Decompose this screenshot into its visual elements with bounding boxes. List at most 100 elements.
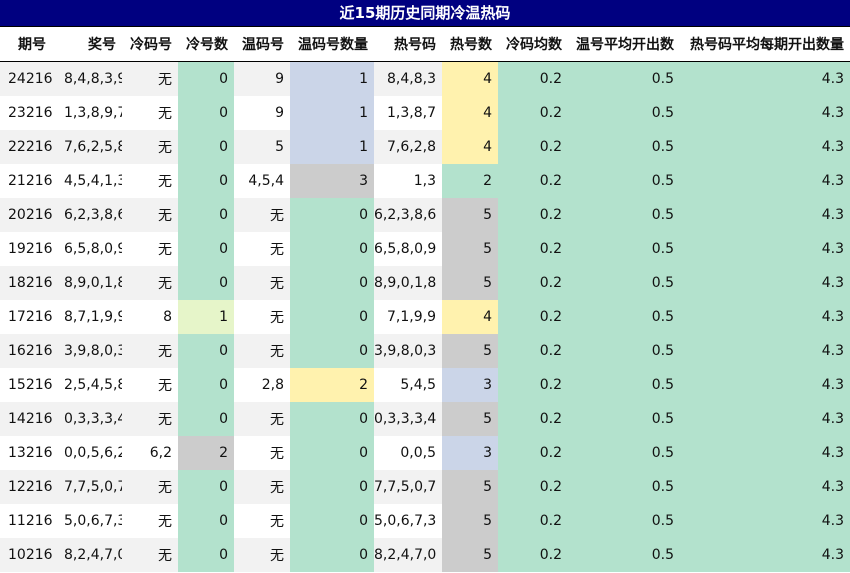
issue-cell: 21216 bbox=[0, 164, 56, 198]
draw-numbers-cell: 0,3,3,3,4 bbox=[56, 402, 122, 436]
cold-average-cell: 0.2 bbox=[498, 164, 568, 198]
hot-average-cell: 4.3 bbox=[680, 96, 850, 130]
table-row: 19216 6,5,8,0,9 无 0 无 0 6,5,8,0,9 5 0.2 0.5 4.3 bbox=[0, 232, 850, 266]
issue-cell: 14216 bbox=[0, 402, 56, 436]
header-hot-average: 热号码平均每期开出数量 bbox=[680, 27, 850, 62]
hot-count-cell: 2 bbox=[442, 164, 498, 198]
table-row: 20216 6,2,3,8,6 无 0 无 0 6,2,3,8,6 5 0.2 0.5 4.3 bbox=[0, 198, 850, 232]
hot-average-cell: 4.3 bbox=[680, 300, 850, 334]
hot-count-cell: 4 bbox=[442, 96, 498, 130]
cold-numbers-cell: 无 bbox=[122, 164, 178, 198]
issue-cell: 22216 bbox=[0, 130, 56, 164]
warm-count-cell: 1 bbox=[290, 61, 374, 96]
issue-cell: 20216 bbox=[0, 198, 56, 232]
cold-count-cell: 0 bbox=[178, 470, 234, 504]
table-row: 16216 3,9,8,0,3 无 0 无 0 3,9,8,0,3 5 0.2 0.5 4.3 bbox=[0, 334, 850, 368]
hot-numbers-cell: 8,9,0,1,8 bbox=[374, 266, 442, 300]
warm-numbers-cell: 2,8 bbox=[234, 368, 290, 402]
warm-numbers-cell: 无 bbox=[234, 266, 290, 300]
warm-numbers-cell: 无 bbox=[234, 538, 290, 572]
issue-cell: 24216 bbox=[0, 61, 56, 96]
hot-numbers-cell: 5,0,6,7,3 bbox=[374, 504, 442, 538]
issue-cell: 17216 bbox=[0, 300, 56, 334]
hot-count-cell: 5 bbox=[442, 470, 498, 504]
cold-average-cell: 0.2 bbox=[498, 368, 568, 402]
hot-numbers-cell: 1,3,8,7 bbox=[374, 96, 442, 130]
draw-numbers-cell: 3,9,8,0,3 bbox=[56, 334, 122, 368]
hot-average-cell: 4.3 bbox=[680, 436, 850, 470]
cold-average-cell: 0.2 bbox=[498, 402, 568, 436]
warm-numbers-cell: 无 bbox=[234, 300, 290, 334]
hot-numbers-cell: 7,7,5,0,7 bbox=[374, 470, 442, 504]
cold-numbers-cell: 无 bbox=[122, 266, 178, 300]
table-row: 15216 2,5,4,5,8 无 0 2,8 2 5,4,5 3 0.2 0.5 4.3 bbox=[0, 368, 850, 402]
cold-count-cell: 0 bbox=[178, 130, 234, 164]
cold-count-cell: 0 bbox=[178, 368, 234, 402]
warm-numbers-cell: 无 bbox=[234, 504, 290, 538]
draw-numbers-cell: 2,5,4,5,8 bbox=[56, 368, 122, 402]
hot-average-cell: 4.3 bbox=[680, 266, 850, 300]
hot-numbers-cell: 5,4,5 bbox=[374, 368, 442, 402]
hot-numbers-cell: 3,9,8,0,3 bbox=[374, 334, 442, 368]
header-draw-numbers: 奖号 bbox=[56, 27, 122, 62]
warm-average-cell: 0.5 bbox=[568, 470, 680, 504]
hot-average-cell: 4.3 bbox=[680, 504, 850, 538]
draw-numbers-cell: 6,2,3,8,6 bbox=[56, 198, 122, 232]
warm-average-cell: 0.5 bbox=[568, 334, 680, 368]
table-title: 近15期历史同期冷温热码 bbox=[0, 0, 850, 27]
table-row: 11216 5,0,6,7,3 无 0 无 0 5,0,6,7,3 5 0.2 0.5 4.3 bbox=[0, 504, 850, 538]
hot-numbers-cell: 8,2,4,7,0 bbox=[374, 538, 442, 572]
hot-count-cell: 5 bbox=[442, 538, 498, 572]
hot-numbers-cell: 0,3,3,3,4 bbox=[374, 402, 442, 436]
warm-numbers-cell: 无 bbox=[234, 334, 290, 368]
cold-count-cell: 2 bbox=[178, 436, 234, 470]
header-issue: 期号 bbox=[0, 27, 56, 62]
warm-average-cell: 0.5 bbox=[568, 61, 680, 96]
cold-count-cell: 0 bbox=[178, 198, 234, 232]
warm-count-cell: 0 bbox=[290, 334, 374, 368]
cold-average-cell: 0.2 bbox=[498, 96, 568, 130]
draw-numbers-cell: 7,6,2,5,8 bbox=[56, 130, 122, 164]
table-row: 12216 7,7,5,0,7 无 0 无 0 7,7,5,0,7 5 0.2 0.5 4.3 bbox=[0, 470, 850, 504]
warm-count-cell: 0 bbox=[290, 436, 374, 470]
cold-numbers-cell: 无 bbox=[122, 504, 178, 538]
draw-numbers-cell: 8,9,0,1,8 bbox=[56, 266, 122, 300]
warm-numbers-cell: 无 bbox=[234, 232, 290, 266]
hot-average-cell: 4.3 bbox=[680, 470, 850, 504]
warm-average-cell: 0.5 bbox=[568, 368, 680, 402]
cold-warm-hot-table: 期号 奖号 冷码号 冷号数 温码号 温码号数量 热号码 热号数 冷码均数 温号平… bbox=[0, 27, 850, 572]
issue-cell: 18216 bbox=[0, 266, 56, 300]
warm-numbers-cell: 无 bbox=[234, 402, 290, 436]
cold-average-cell: 0.2 bbox=[498, 436, 568, 470]
cold-count-cell: 0 bbox=[178, 164, 234, 198]
warm-average-cell: 0.5 bbox=[568, 300, 680, 334]
hot-numbers-cell: 6,5,8,0,9 bbox=[374, 232, 442, 266]
hot-count-cell: 3 bbox=[442, 368, 498, 402]
warm-average-cell: 0.5 bbox=[568, 164, 680, 198]
hot-average-cell: 4.3 bbox=[680, 368, 850, 402]
hot-average-cell: 4.3 bbox=[680, 61, 850, 96]
cold-average-cell: 0.2 bbox=[498, 334, 568, 368]
warm-average-cell: 0.5 bbox=[568, 96, 680, 130]
table-row: 23216 1,3,8,9,7 无 0 9 1 1,3,8,7 4 0.2 0.5 4.3 bbox=[0, 96, 850, 130]
hot-average-cell: 4.3 bbox=[680, 232, 850, 266]
issue-cell: 16216 bbox=[0, 334, 56, 368]
hot-count-cell: 4 bbox=[442, 300, 498, 334]
table-row: 21216 4,5,4,1,3 无 0 4,5,4 3 1,3 2 0.2 0.5 4.3 bbox=[0, 164, 850, 198]
header-warm-count: 温码号数量 bbox=[290, 27, 374, 62]
warm-average-cell: 0.5 bbox=[568, 538, 680, 572]
issue-cell: 11216 bbox=[0, 504, 56, 538]
cold-numbers-cell: 无 bbox=[122, 96, 178, 130]
hot-count-cell: 5 bbox=[442, 504, 498, 538]
issue-cell: 10216 bbox=[0, 538, 56, 572]
warm-average-cell: 0.5 bbox=[568, 266, 680, 300]
hot-average-cell: 4.3 bbox=[680, 538, 850, 572]
cold-numbers-cell: 无 bbox=[122, 130, 178, 164]
hot-count-cell: 5 bbox=[442, 198, 498, 232]
hot-count-cell: 5 bbox=[442, 266, 498, 300]
header-hot-numbers: 热号码 bbox=[374, 27, 442, 62]
warm-numbers-cell: 9 bbox=[234, 96, 290, 130]
issue-cell: 12216 bbox=[0, 470, 56, 504]
cold-numbers-cell: 无 bbox=[122, 368, 178, 402]
warm-count-cell: 0 bbox=[290, 198, 374, 232]
